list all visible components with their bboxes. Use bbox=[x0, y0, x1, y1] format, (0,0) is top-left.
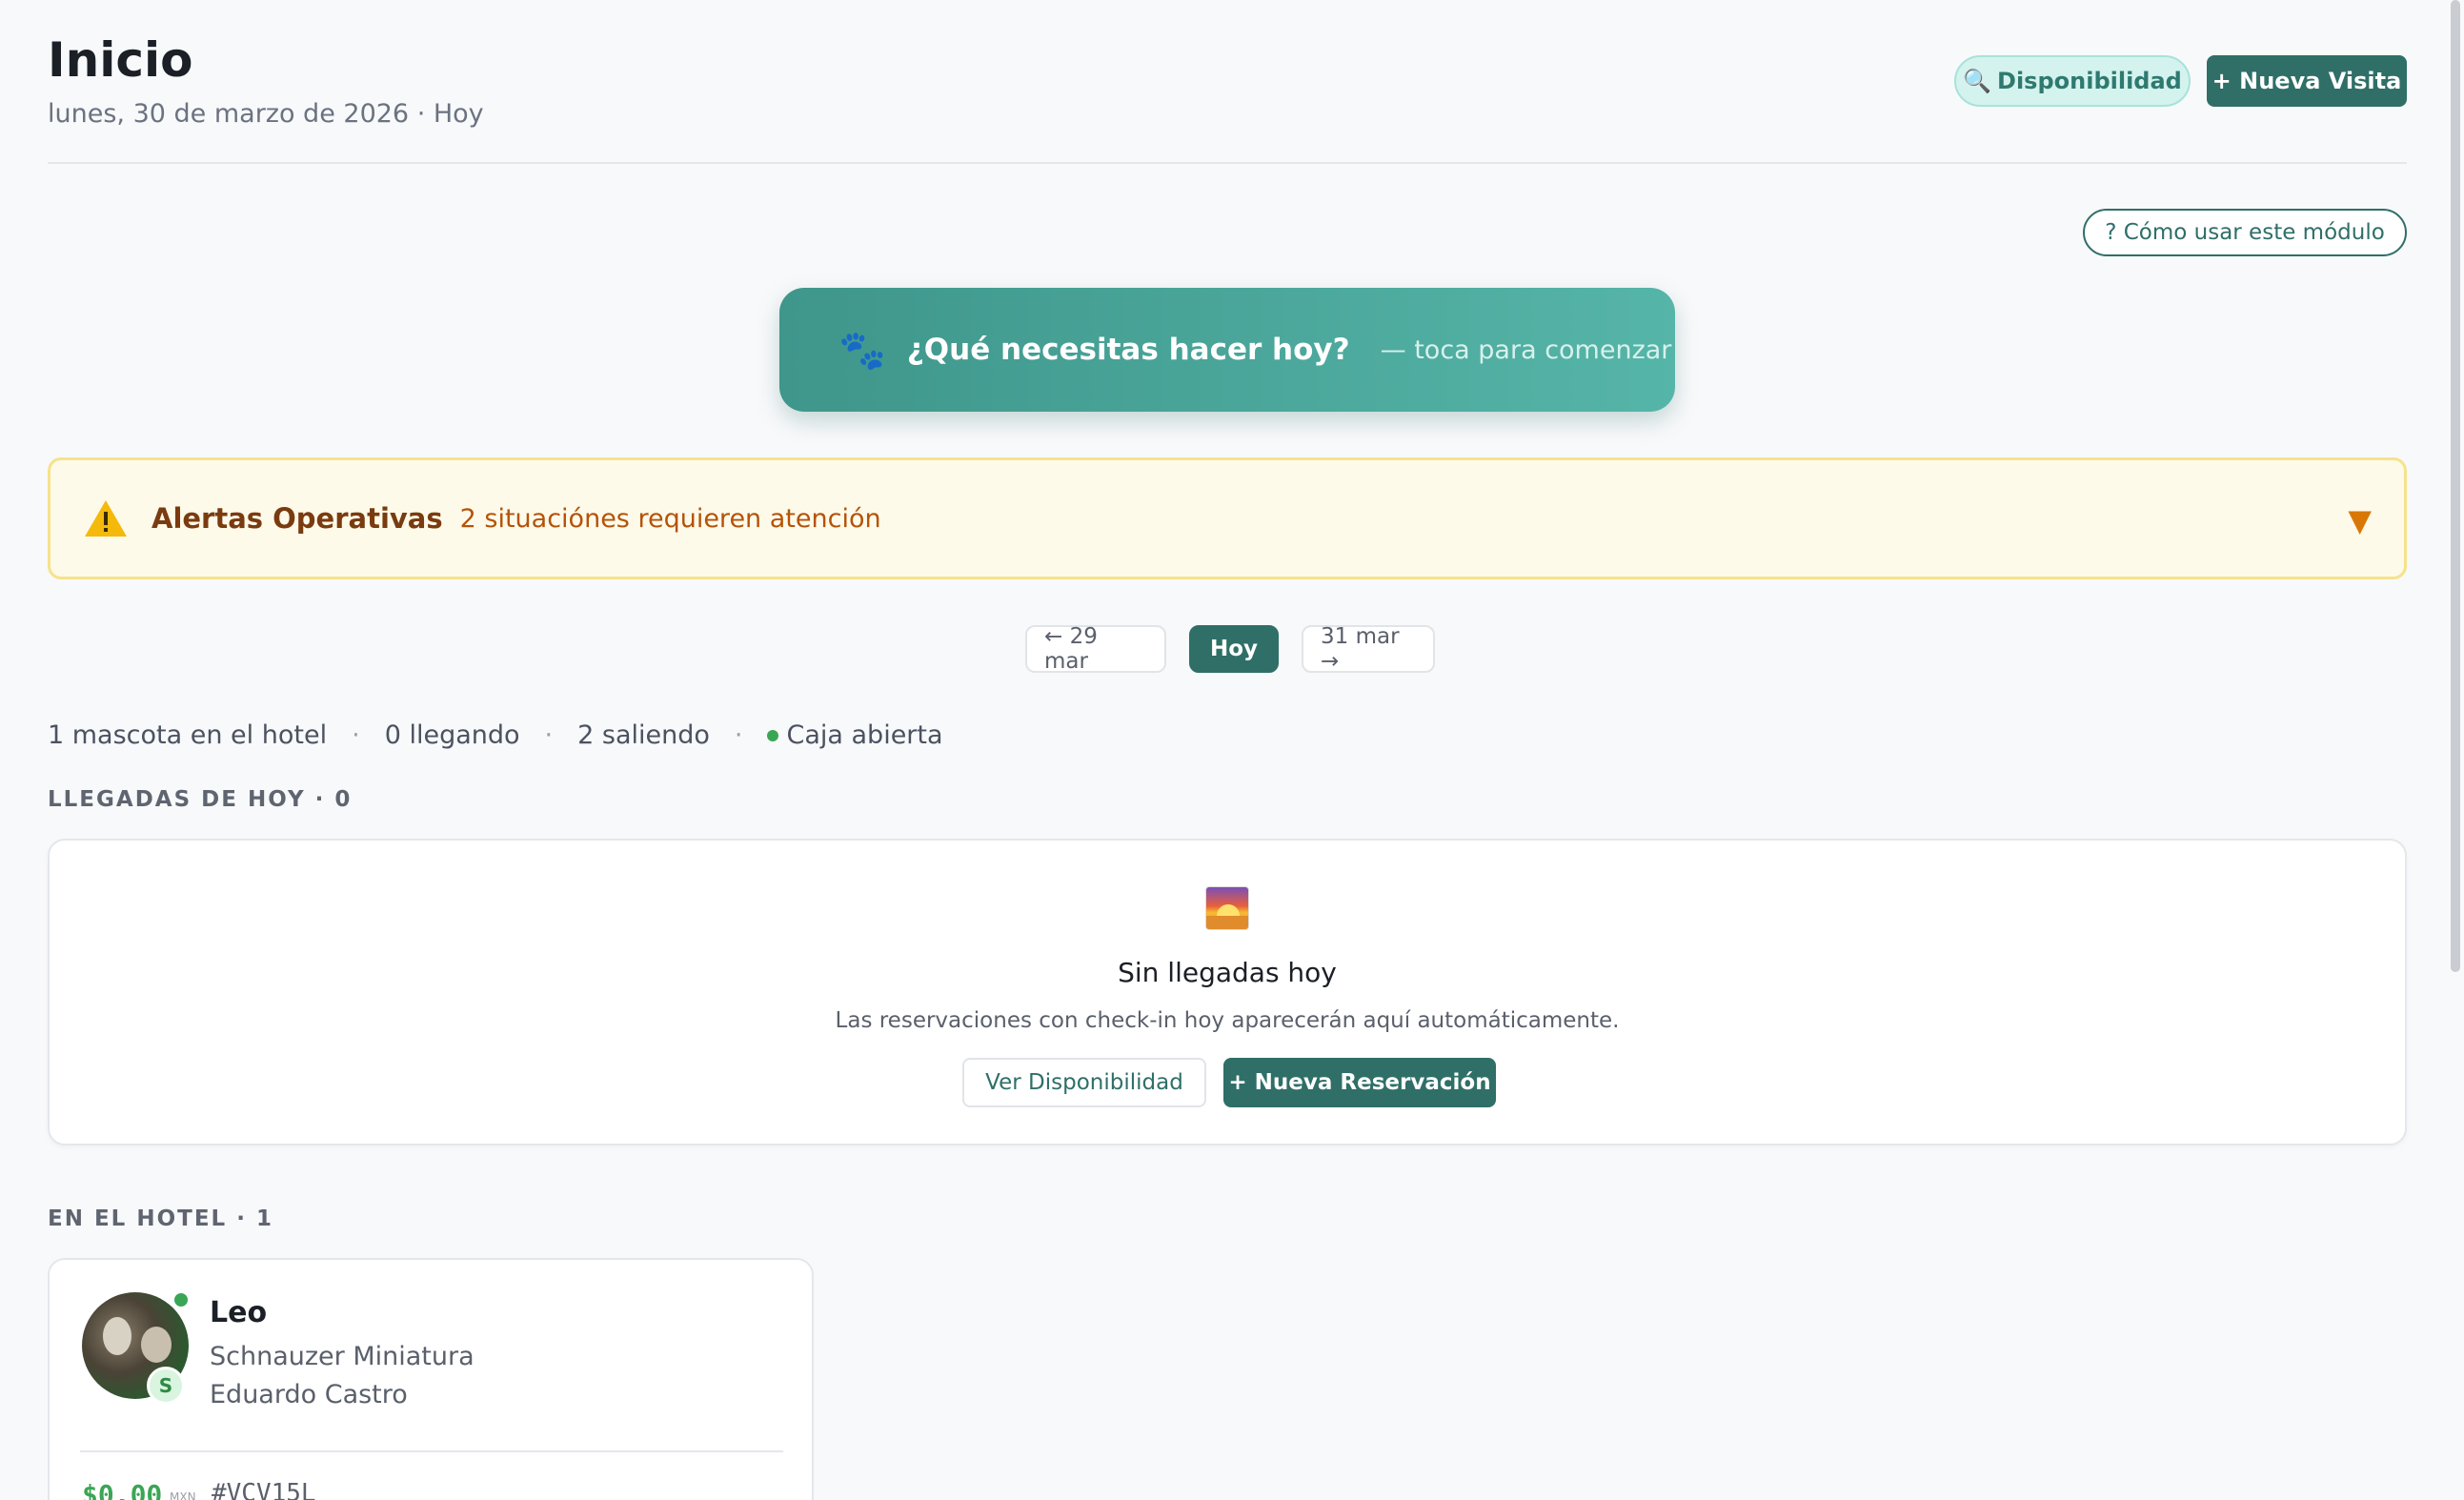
availability-button[interactable]: 🔍 Disponibilidad bbox=[1954, 55, 2191, 107]
quick-action-banner[interactable]: 🐾 ¿Qué necesitas hacer hoy? — toca para … bbox=[779, 288, 1675, 412]
empty-state-description: Las reservaciones con check-in hoy apare… bbox=[835, 1008, 1620, 1033]
scrollbar[interactable] bbox=[2451, 0, 2460, 972]
sunrise-icon bbox=[1205, 886, 1249, 930]
quick-action-text: ¿Qué necesitas hacer hoy? bbox=[906, 333, 1350, 367]
status-dot bbox=[172, 1290, 191, 1309]
alerts-count: 2 situaciónes requieren atención bbox=[459, 503, 881, 534]
quick-action-hint: — toca para comenzar bbox=[1380, 334, 1672, 365]
page-title: Inicio bbox=[48, 32, 193, 88]
divider bbox=[80, 1450, 783, 1452]
help-button[interactable]: ? Cómo usar este módulo bbox=[2083, 209, 2407, 256]
reservation-code: #VCV15L bbox=[212, 1479, 316, 1500]
search-icon: 🔍 bbox=[1963, 68, 1992, 94]
operational-alerts[interactable]: Alertas Operativas 2 situaciónes requier… bbox=[48, 457, 2407, 579]
prev-day-button[interactable]: ← 29 mar bbox=[1025, 624, 1166, 674]
warning-icon bbox=[85, 500, 127, 537]
in-hotel-section-label: EN EL HOTEL · 1 bbox=[48, 1206, 273, 1231]
new-reservation-button[interactable]: + Nueva Reservación bbox=[1223, 1058, 1496, 1107]
stat-in-hotel: 1 mascota en el hotel bbox=[48, 720, 328, 750]
page-date: lunes, 30 de marzo de 2026 · Hoy bbox=[48, 99, 484, 129]
paw-icon: 🐾 bbox=[838, 328, 886, 373]
new-visit-button[interactable]: + Nueva Visita bbox=[2207, 55, 2407, 107]
stat-cash: Caja abierta bbox=[786, 720, 943, 750]
stat-separator: · bbox=[544, 720, 554, 750]
size-badge: S bbox=[147, 1367, 185, 1405]
pet-breed: Schnauzer Miniatura bbox=[210, 1342, 475, 1371]
availability-button-label: Disponibilidad bbox=[1997, 68, 2182, 94]
next-day-button[interactable]: 31 mar → bbox=[1302, 624, 1435, 674]
empty-state-title: Sin llegadas hoy bbox=[1118, 957, 1337, 988]
pet-currency: MXN bbox=[170, 1490, 196, 1500]
alerts-title: Alertas Operativas bbox=[151, 502, 443, 535]
pet-balance: $0.00 bbox=[82, 1479, 163, 1500]
pet-owner: Eduardo Castro bbox=[210, 1380, 408, 1409]
view-availability-button[interactable]: Ver Disponibilidad bbox=[962, 1058, 1206, 1107]
pet-card[interactable]: S Leo Schnauzer Miniatura Eduardo Castro… bbox=[48, 1258, 814, 1500]
daily-stats: 1 mascota en el hotel · 0 llegando · 2 s… bbox=[48, 720, 943, 750]
chevron-down-icon[interactable]: ▼ bbox=[2348, 502, 2372, 538]
stat-separator: · bbox=[352, 720, 360, 750]
stat-arriving: 0 llegando bbox=[384, 720, 520, 750]
today-button[interactable]: Hoy bbox=[1189, 625, 1279, 673]
cash-status-dot bbox=[767, 729, 779, 741]
arrivals-empty-state: Sin llegadas hoy Las reservaciones con c… bbox=[48, 839, 2407, 1145]
arrivals-section-label: LLEGADAS DE HOY · 0 bbox=[48, 787, 353, 812]
stat-leaving: 2 saliendo bbox=[577, 720, 710, 750]
date-navigation: ← 29 mar Hoy 31 mar → bbox=[1025, 624, 1435, 674]
pet-name: Leo bbox=[210, 1296, 268, 1329]
page-header: Inicio lunes, 30 de marzo de 2026 · Hoy … bbox=[48, 0, 2407, 164]
stat-separator: · bbox=[734, 720, 743, 750]
home-page: Inicio lunes, 30 de marzo de 2026 · Hoy … bbox=[48, 0, 2407, 1500]
